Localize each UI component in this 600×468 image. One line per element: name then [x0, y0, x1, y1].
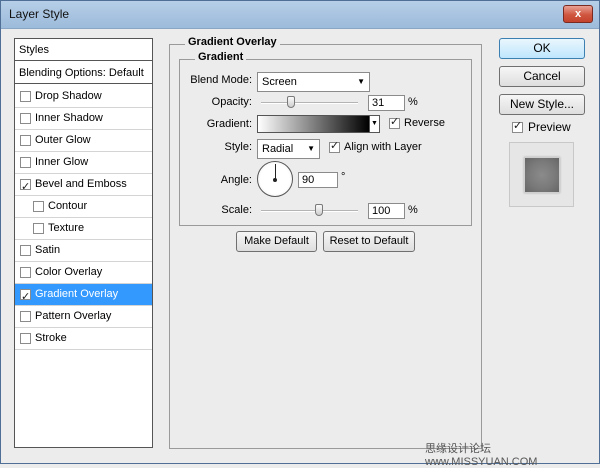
align-with-layer-checkbox[interactable] — [329, 139, 340, 153]
close-button[interactable]: x — [563, 5, 593, 23]
style-item-checkbox[interactable] — [20, 135, 31, 146]
gradient-subgroup-title: Gradient — [195, 51, 247, 63]
style-item-texture[interactable]: Texture — [15, 218, 152, 240]
style-item-checkbox[interactable] — [20, 176, 31, 197]
dropdown-arrow-icon: ▼ — [307, 144, 315, 153]
make-default-button[interactable]: Make Default — [236, 231, 317, 252]
style-item-checkbox[interactable] — [20, 267, 31, 278]
style-item-pattern-overlay[interactable]: Pattern Overlay — [15, 306, 152, 328]
reverse-checkbox[interactable] — [389, 115, 400, 129]
window-title: Layer Style — [9, 7, 70, 21]
style-item-checkbox[interactable] — [20, 157, 31, 168]
gradient-overlay-title: Gradient Overlay — [185, 36, 280, 48]
cancel-button[interactable]: Cancel — [499, 66, 585, 87]
style-item-checkbox[interactable] — [33, 201, 44, 212]
scale-slider-thumb[interactable] — [315, 204, 324, 216]
scale-slider-track[interactable] — [261, 210, 358, 212]
style-item-label: Pattern Overlay — [35, 310, 112, 322]
ok-button[interactable]: OK — [499, 38, 585, 59]
align-with-layer-label: Align with Layer — [344, 141, 422, 153]
style-item-gradient-overlay[interactable]: Gradient Overlay — [15, 284, 152, 307]
style-item-checkbox[interactable] — [33, 223, 44, 234]
style-item-label: Inner Glow — [35, 156, 89, 168]
style-item-label: Texture — [48, 222, 85, 234]
blend-mode-label: Blend Mode: — [190, 74, 252, 86]
style-item-label: Drop Shadow — [35, 90, 102, 102]
style-item-satin[interactable]: Satin — [15, 240, 152, 262]
blend-mode-value: Screen — [262, 76, 297, 88]
styles-header[interactable]: Styles — [15, 39, 152, 61]
style-item-checkbox[interactable] — [20, 286, 31, 307]
gradient-label: Gradient: — [206, 118, 252, 130]
angle-unit: ° — [341, 171, 346, 183]
style-select[interactable]: Radial ▼ — [257, 139, 320, 159]
style-item-checkbox[interactable] — [20, 311, 31, 322]
angle-center-dot — [273, 178, 277, 182]
opacity-label: Opacity: — [211, 96, 252, 108]
reverse-label: Reverse — [404, 117, 445, 129]
preview-checkbox[interactable] — [512, 119, 523, 133]
opacity-input[interactable]: 31 — [368, 95, 405, 111]
gradient-preview-bar[interactable] — [257, 115, 370, 133]
title-bar[interactable]: Layer Style x — [1, 1, 599, 29]
style-item-checkbox[interactable] — [20, 91, 31, 102]
style-item-label: Color Overlay — [35, 266, 103, 278]
style-item-drop-shadow[interactable]: Drop Shadow — [15, 86, 152, 108]
angle-input[interactable]: 90 — [298, 172, 338, 188]
style-item-label: Gradient Overlay — [35, 288, 119, 300]
angle-dial[interactable] — [257, 161, 293, 197]
style-item-label: Satin — [35, 244, 61, 256]
scale-unit: % — [408, 204, 418, 216]
blending-options-item[interactable]: Blending Options: Default — [15, 62, 152, 84]
style-item-label: Outer Glow — [35, 134, 91, 146]
style-item-label: Bevel and Emboss — [35, 178, 127, 190]
style-item-label: Stroke — [35, 332, 67, 344]
scale-label: Scale: — [221, 204, 252, 216]
opacity-slider-track[interactable] — [261, 102, 358, 104]
style-item-checkbox[interactable] — [20, 245, 31, 256]
style-item-contour[interactable]: Contour — [15, 196, 152, 218]
style-value: Radial — [262, 143, 294, 155]
opacity-unit: % — [408, 96, 418, 108]
reset-to-default-button[interactable]: Reset to Default — [323, 231, 415, 252]
opacity-slider-thumb[interactable] — [287, 96, 296, 108]
preview-swatch — [524, 157, 560, 193]
gradient-picker-arrow-icon[interactable]: ▼ — [369, 115, 380, 133]
angle-label: Angle: — [220, 174, 252, 186]
style-item-checkbox[interactable] — [20, 113, 31, 124]
style-item-inner-glow[interactable]: Inner Glow — [15, 152, 152, 174]
blend-mode-select[interactable]: Screen ▼ — [257, 72, 370, 92]
style-item-bevel-and-emboss[interactable]: Bevel and Emboss — [15, 174, 152, 197]
preview-box — [509, 142, 574, 207]
style-label: Style: — [224, 141, 252, 153]
style-item-outer-glow[interactable]: Outer Glow — [15, 130, 152, 152]
preview-label: Preview — [528, 120, 571, 134]
new-style-button[interactable]: New Style... — [499, 94, 585, 115]
style-item-color-overlay[interactable]: Color Overlay — [15, 262, 152, 284]
style-item-label: Inner Shadow — [35, 112, 103, 124]
style-item-checkbox[interactable] — [20, 333, 31, 344]
dropdown-arrow-icon: ▼ — [357, 77, 365, 86]
scale-input[interactable]: 100 — [368, 203, 405, 219]
styles-list: Styles Blending Options: Default Drop Sh… — [14, 38, 153, 448]
style-item-stroke[interactable]: Stroke — [15, 328, 152, 350]
style-item-label: Contour — [48, 200, 88, 212]
style-item-inner-shadow[interactable]: Inner Shadow — [15, 108, 152, 130]
